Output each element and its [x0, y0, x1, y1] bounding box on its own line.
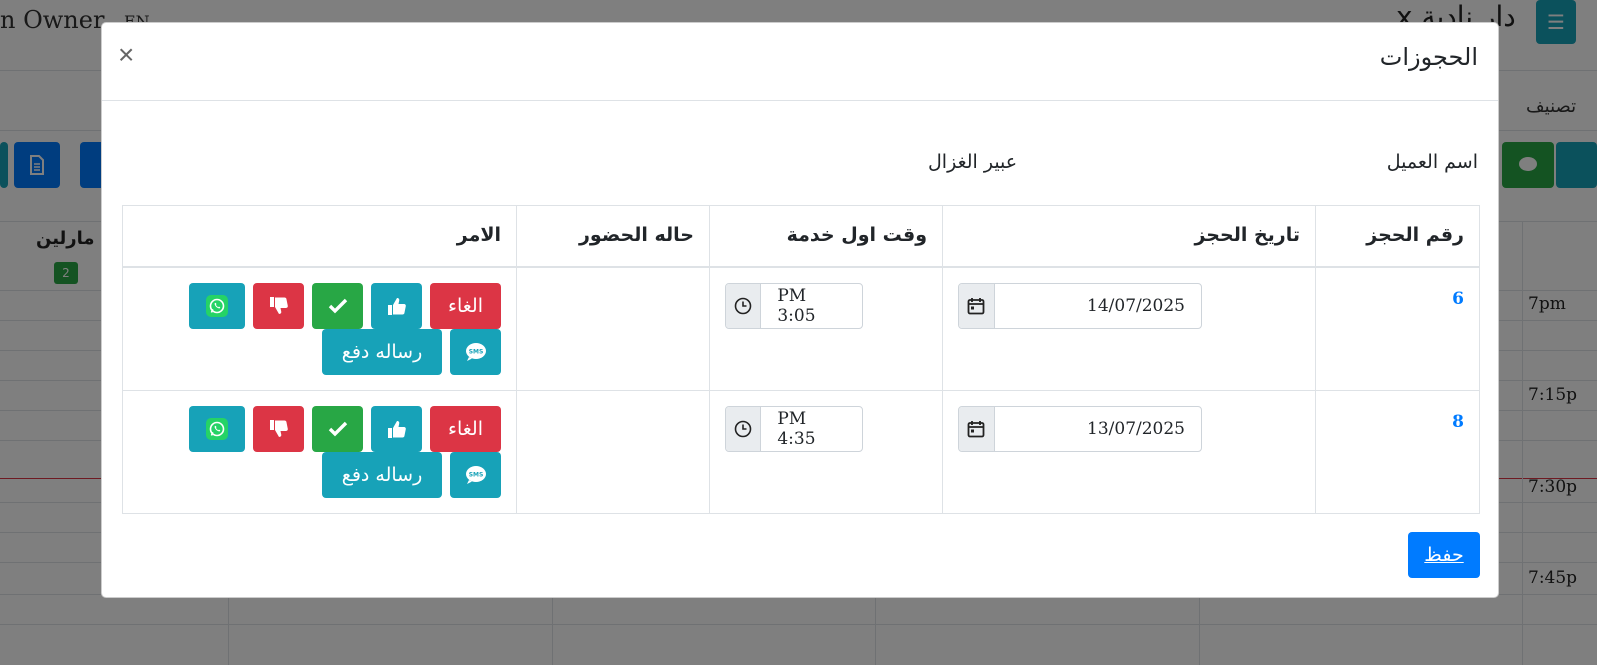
column-header-booking-number: رقم الحجز [1315, 205, 1480, 268]
payment-message-button[interactable]: رساله دفع [322, 328, 442, 375]
action-cell: الغاء SMS رساله دفع [122, 266, 517, 391]
save-button[interactable]: حفظ [1408, 532, 1480, 578]
booking-date-field[interactable]: 14/07/2025 [958, 282, 1202, 329]
booking-number-cell: 6 [1315, 266, 1480, 391]
first-service-time-field[interactable]: PM 3:05 [725, 282, 863, 329]
booking-number-cell: 8 [1315, 389, 1480, 514]
customer-name-value: عبير الغزال [928, 151, 1018, 173]
thumbs-down-icon[interactable] [253, 405, 304, 452]
table-header-row: رقم الحجز تاريخ الحجز وقت اول خدمة حاله … [122, 205, 1480, 268]
column-header-action: الامر [122, 205, 517, 268]
bookings-modal: الحجوزات × اسم العميل عبير الغزال رقم ال… [101, 22, 1499, 598]
svg-text:SMS: SMS [468, 348, 483, 355]
column-header-booking-date: تاريخ الحجز [942, 205, 1316, 268]
payment-message-button[interactable]: رساله دفع [322, 451, 442, 498]
check-icon[interactable] [312, 282, 363, 329]
sms-icon[interactable]: SMS [450, 328, 501, 375]
modal-header: الحجوزات × [102, 23, 1498, 101]
first-service-time-field[interactable]: PM 4:35 [725, 405, 863, 452]
calendar-icon[interactable] [959, 406, 995, 451]
table-row: 8 13/07/2025 PM 4:35 الغاء SMS رساله دفع [122, 389, 1480, 514]
clock-icon[interactable] [726, 406, 762, 451]
booking-date-field[interactable]: 13/07/2025 [958, 405, 1202, 452]
calendar-icon[interactable] [959, 283, 995, 328]
booking-date-cell: 13/07/2025 [942, 389, 1316, 514]
first-service-time-cell: PM 4:35 [709, 389, 943, 514]
thumbs-down-icon[interactable] [253, 282, 304, 329]
customer-name-label: اسم العميل [1386, 151, 1478, 173]
whatsapp-icon[interactable] [189, 405, 245, 452]
svg-text:SMS: SMS [468, 471, 483, 478]
cancel-booking-button[interactable]: الغاء [430, 282, 501, 329]
close-icon[interactable]: × [118, 41, 134, 69]
booking-date-value[interactable]: 13/07/2025 [995, 407, 1201, 451]
booking-number-link[interactable]: 8 [1452, 412, 1464, 432]
booking-number-link[interactable]: 6 [1452, 289, 1464, 309]
booking-date-cell: 14/07/2025 [942, 266, 1316, 391]
clock-icon[interactable] [726, 283, 762, 328]
attendance-cell [516, 389, 710, 514]
first-service-time-cell: PM 3:05 [709, 266, 943, 391]
bookings-table: رقم الحجز تاريخ الحجز وقت اول خدمة حاله … [122, 205, 1480, 514]
thumbs-up-icon[interactable] [371, 282, 422, 329]
modal-title: الحجوزات [1379, 43, 1478, 71]
booking-date-value[interactable]: 14/07/2025 [995, 284, 1201, 328]
column-header-first-service-time: وقت اول خدمة [709, 205, 943, 268]
attendance-cell [516, 266, 710, 391]
check-icon[interactable] [312, 405, 363, 452]
action-cell: الغاء SMS رساله دفع [122, 389, 517, 514]
sms-icon[interactable]: SMS [450, 451, 501, 498]
first-service-time-value[interactable]: PM 4:35 [761, 407, 862, 451]
table-row: 6 14/07/2025 PM 3:05 الغاء SMS رساله دفع [122, 266, 1480, 391]
first-service-time-value[interactable]: PM 3:05 [761, 284, 862, 328]
column-header-attendance: حاله الحضور [516, 205, 710, 268]
whatsapp-icon[interactable] [189, 282, 245, 329]
thumbs-up-icon[interactable] [371, 405, 422, 452]
cancel-booking-button[interactable]: الغاء [430, 405, 501, 452]
